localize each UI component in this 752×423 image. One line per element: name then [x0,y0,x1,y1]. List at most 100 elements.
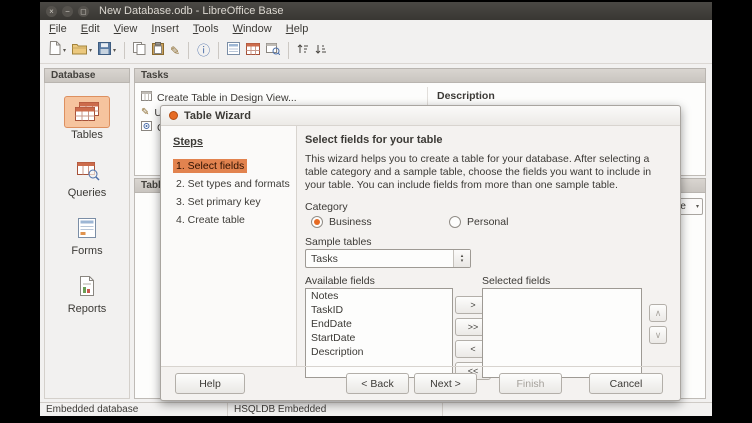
wizard-icon: ✎ [141,107,149,118]
sidebar-item-reports[interactable]: Reports [45,270,129,315]
menubar: File Edit View Insert Tools Window Help [40,20,712,38]
save-button[interactable]: ▾ [95,39,119,63]
sort-descending-button[interactable] [312,39,330,63]
open-button[interactable]: ▾ [69,39,95,63]
step-create-table[interactable]: 4. Create table [173,214,296,226]
edit-pencil-icon: ✎ [170,45,180,57]
menu-edit[interactable]: Edit [74,21,107,37]
queries-icon [64,154,110,186]
finish-button[interactable]: Finish [499,373,562,394]
sort-ascending-icon [297,42,309,60]
radio-personal-icon[interactable] [449,216,461,228]
menu-window[interactable]: Window [226,21,279,37]
statusbar: Embedded database HSQLDB Embedded [40,402,712,416]
step-set-primary-key[interactable]: 3. Set primary key [173,196,296,208]
next-button[interactable]: Next > [414,373,477,394]
menu-insert[interactable]: Insert [144,21,186,37]
toolbar-separator [218,42,219,59]
toolbar-separator [188,42,189,59]
query-object-button[interactable] [263,39,283,63]
help-button[interactable]: Help [175,373,245,394]
selected-fields-label: Selected fields [482,275,550,287]
move-up-button[interactable]: ∧ [649,304,667,322]
copy-button[interactable] [130,39,149,63]
paste-button[interactable] [149,39,167,63]
radio-business-icon[interactable] [311,216,323,228]
step-label: 2. Set types and formats [173,177,293,191]
radio-personal[interactable]: Personal [449,216,508,228]
close-window-icon[interactable]: × [46,6,57,17]
available-fields-listbox[interactable]: Notes TaskID EndDate StartDate Descripti… [305,288,453,378]
list-item[interactable]: Description [306,345,452,359]
table-object-button[interactable] [243,39,263,63]
sidebar-item-label: Forms [71,245,102,257]
dialog-heading: Select fields for your table [305,134,443,146]
forms-icon [64,212,110,244]
save-icon [98,42,111,60]
view-icon [141,121,152,134]
sidebar-item-forms[interactable]: Forms [45,212,129,257]
menu-view[interactable]: View [107,21,145,37]
step-label: 3. Set primary key [173,195,264,209]
dialog-footer: Help < Back Next > Finish Cancel [161,366,680,400]
open-folder-icon [72,42,87,60]
radio-business-label: Business [329,216,372,228]
form-object-button[interactable] [224,39,243,63]
chevron-down-icon: ▾ [113,47,116,54]
back-button[interactable]: < Back [346,373,409,394]
combo-spin-icon[interactable]: ▴ ▾ [453,250,470,267]
description-header: Description [437,90,495,102]
selected-fields-listbox[interactable] [482,288,642,378]
design-view-icon [141,91,152,104]
tasks-header: Tasks [134,68,706,83]
sort-ascending-button[interactable] [294,39,312,63]
list-item[interactable]: StartDate [306,331,452,345]
window-controls: × − ◻ [46,6,89,17]
move-down-button[interactable]: ∨ [649,326,667,344]
status-embedded-database: Embedded database [40,403,228,416]
step-label: 4. Create table [173,213,248,227]
sidebar-header: Database [44,68,130,83]
chevron-down-icon: ▾ [696,203,699,210]
category-label: Category [305,201,348,213]
chevron-down-icon: ▾ [89,47,92,54]
radio-business[interactable]: Business [311,216,372,228]
sidebar-item-queries[interactable]: Queries [45,154,129,199]
table-grid-icon [246,42,260,60]
form-icon [227,42,240,60]
list-item[interactable]: EndDate [306,317,452,331]
steps-title: Steps [173,136,296,148]
toolbar-separator [288,42,289,59]
new-document-button[interactable]: ▾ [46,38,69,63]
task-create-table-design[interactable]: Create Table in Design View... [135,90,705,105]
step-label: 1. Select fields [173,159,247,173]
sample-tables-value: Tasks [311,253,338,265]
menu-help[interactable]: Help [279,21,316,37]
dialog-titlebar[interactable]: Table Wizard [161,106,680,126]
maximize-window-icon[interactable]: ◻ [78,6,89,17]
step-select-fields[interactable]: 1. Select fields [173,160,296,172]
sidebar-body: Tables Queries Forms Reports [44,83,130,399]
minimize-window-icon[interactable]: − [62,6,73,17]
step-set-types[interactable]: 2. Set types and formats [173,178,296,190]
window-title: New Database.odb - LibreOffice Base [99,5,283,17]
database-info-button[interactable]: ⓘ [194,42,213,60]
sample-tables-label: Sample tables [305,236,372,248]
dialog-title: Table Wizard [184,110,251,122]
dialog-intro-text: This wizard helps you to create a table … [305,153,673,192]
cancel-button[interactable]: Cancel [589,373,663,394]
sidebar-item-tables[interactable]: Tables [45,96,129,141]
chevron-down-icon: ▾ [63,47,66,54]
list-item[interactable]: Notes [306,289,452,303]
edit-button[interactable]: ✎ [167,42,183,60]
toolbar-separator [124,42,125,59]
list-item[interactable]: TaskID [306,303,452,317]
sample-tables-dropdown[interactable]: Tasks ▴ ▾ [305,249,471,268]
sidebar-item-label: Tables [71,129,103,141]
copy-icon [133,42,146,60]
query-icon [266,42,280,60]
menu-file[interactable]: File [42,21,74,37]
titlebar: × − ◻ New Database.odb - LibreOffice Bas… [40,2,712,20]
menu-tools[interactable]: Tools [186,21,226,37]
combo-down-icon: ▾ [461,259,464,264]
